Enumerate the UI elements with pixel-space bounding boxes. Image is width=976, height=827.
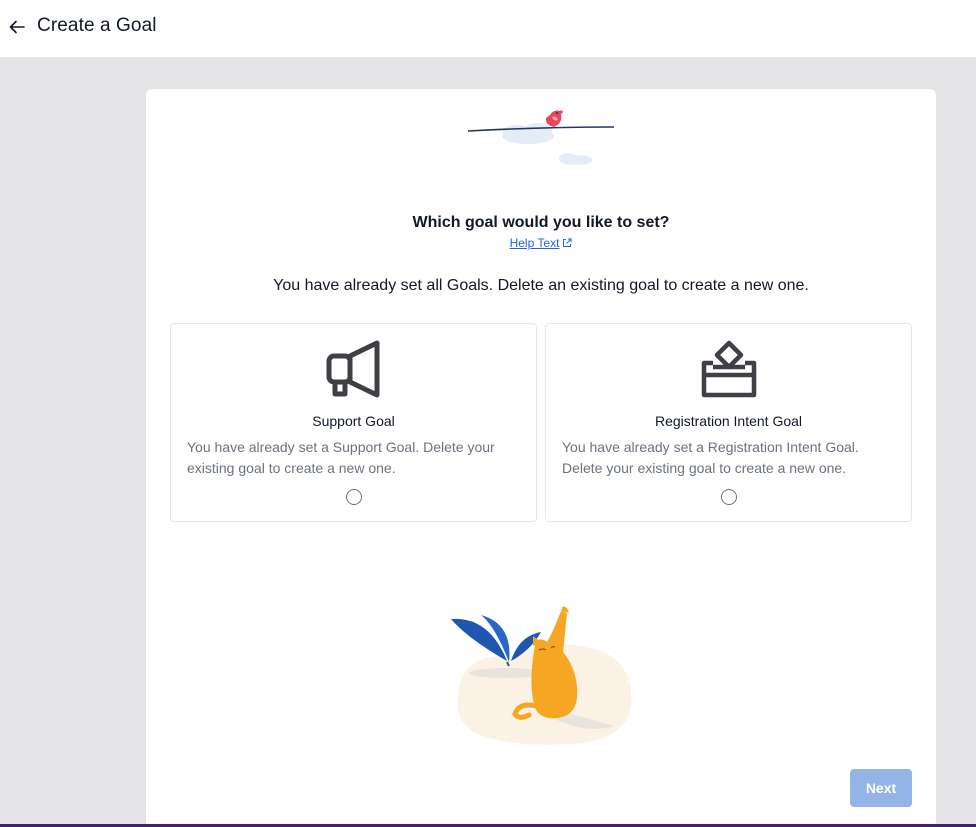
registration-intent-goal-title: Registration Intent Goal <box>654 413 803 429</box>
ballot-box-icon <box>701 340 756 398</box>
support-goal-description: You have already set a Support Goal. Del… <box>187 439 495 476</box>
support-goal-title: Support Goal <box>312 413 395 429</box>
arrow-left-icon <box>9 20 25 34</box>
registration-intent-goal-description: You have already set a Registration Inte… <box>562 439 859 476</box>
goal-setup-card: Which goal would you like to set? Help T… <box>146 89 936 827</box>
next-button[interactable]: Next <box>850 769 912 807</box>
page-title: Create a Goal <box>37 15 157 36</box>
back-button[interactable] <box>6 16 28 38</box>
all-goals-set-notice: You have already set all Goals. Delete a… <box>273 277 809 294</box>
registration-intent-goal-option[interactable]: Registration Intent Goal You have alread… <box>545 323 912 522</box>
cat-with-plant-illustration <box>451 606 632 745</box>
help-text-link[interactable]: Help Text <box>510 236 573 250</box>
bird-on-wire-illustration <box>468 110 615 165</box>
help-link-row: Help Text <box>146 236 936 250</box>
megaphone-icon <box>326 340 379 398</box>
goal-question-heading: Which goal would you like to set? <box>412 214 670 231</box>
support-goal-radio[interactable] <box>345 489 362 505</box>
top-bar: Create a Goal <box>0 0 976 57</box>
external-link-icon <box>563 238 572 247</box>
registration-intent-goal-radio[interactable] <box>720 489 737 505</box>
support-goal-option[interactable]: Support Goal You have already set a Supp… <box>170 323 537 522</box>
help-text-label: Help Text <box>509 236 560 250</box>
